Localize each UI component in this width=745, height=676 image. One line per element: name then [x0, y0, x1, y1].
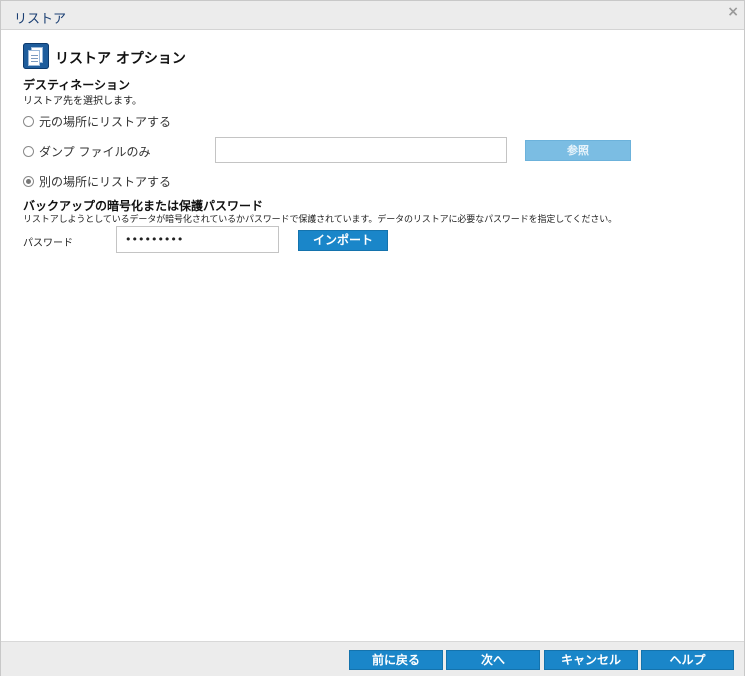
close-icon[interactable]: × — [727, 4, 739, 20]
radio-button-selected[interactable] — [23, 176, 34, 187]
import-button[interactable]: インポート — [298, 230, 388, 251]
password-label: パスワード — [23, 238, 73, 249]
next-button[interactable]: 次へ — [446, 650, 540, 670]
password-input[interactable] — [116, 226, 279, 253]
radio-restore-alternate[interactable]: 別の場所にリストアする — [23, 173, 171, 190]
document-stack-icon — [23, 43, 49, 69]
cancel-button[interactable]: キャンセル — [544, 650, 638, 670]
section-title: リストア オプション — [55, 51, 186, 67]
browse-button[interactable]: 参照 — [525, 140, 631, 161]
back-button[interactable]: 前に戻る — [349, 650, 443, 670]
radio-restore-original[interactable]: 元の場所にリストアする — [23, 113, 171, 130]
radio-label: 別の場所にリストアする — [39, 175, 172, 189]
window-title: リストア — [14, 12, 67, 27]
radio-dump-file-only[interactable]: ダンプ ファイルのみ — [23, 143, 150, 160]
radio-button[interactable] — [23, 146, 34, 157]
title-bar: リストア × — [1, 1, 744, 30]
restore-dialog: リストア × リストア オプション デスティネーション リストア先を選択します。… — [0, 0, 745, 676]
radio-label: ダンプ ファイルのみ — [39, 145, 151, 159]
radio-button[interactable] — [23, 116, 34, 127]
destination-heading: デスティネーション — [23, 78, 131, 92]
help-button[interactable]: ヘルプ — [641, 650, 734, 670]
destination-path-input[interactable] — [215, 137, 507, 163]
destination-description: リストア先を選択します。 — [23, 96, 142, 107]
encryption-description: リストアしようとしているデータが暗号化されているかパスワードで保護されています。… — [23, 215, 618, 225]
footer-bar: 前に戻る 次へ キャンセル ヘルプ — [1, 641, 744, 676]
radio-label: 元の場所にリストアする — [39, 115, 172, 129]
